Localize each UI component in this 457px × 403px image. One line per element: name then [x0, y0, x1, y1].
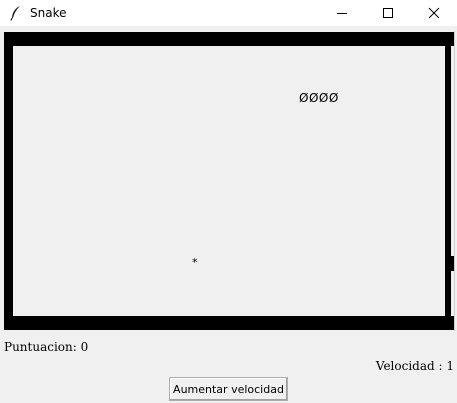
score-label: Puntuacion: 0: [4, 340, 89, 354]
maximize-button[interactable]: [365, 0, 411, 26]
snake: ØØØØ: [299, 91, 339, 105]
wall-bottom: [4, 316, 454, 330]
game-canvas[interactable]: ØØØØ *: [3, 31, 455, 331]
close-button[interactable]: [411, 0, 457, 26]
increase-speed-button[interactable]: Aumentar velocidad: [169, 377, 288, 401]
minimize-button[interactable]: [319, 0, 365, 26]
wall-right-notch: [449, 256, 454, 271]
speed-label: Velocidad : 1: [375, 359, 454, 373]
food: *: [192, 256, 198, 269]
wall-left: [4, 32, 13, 330]
wall-right: [445, 32, 451, 330]
feather-icon: [9, 5, 23, 21]
title-bar[interactable]: Snake: [0, 0, 457, 26]
wall-top: [4, 32, 454, 46]
window-title: Snake: [30, 6, 67, 20]
